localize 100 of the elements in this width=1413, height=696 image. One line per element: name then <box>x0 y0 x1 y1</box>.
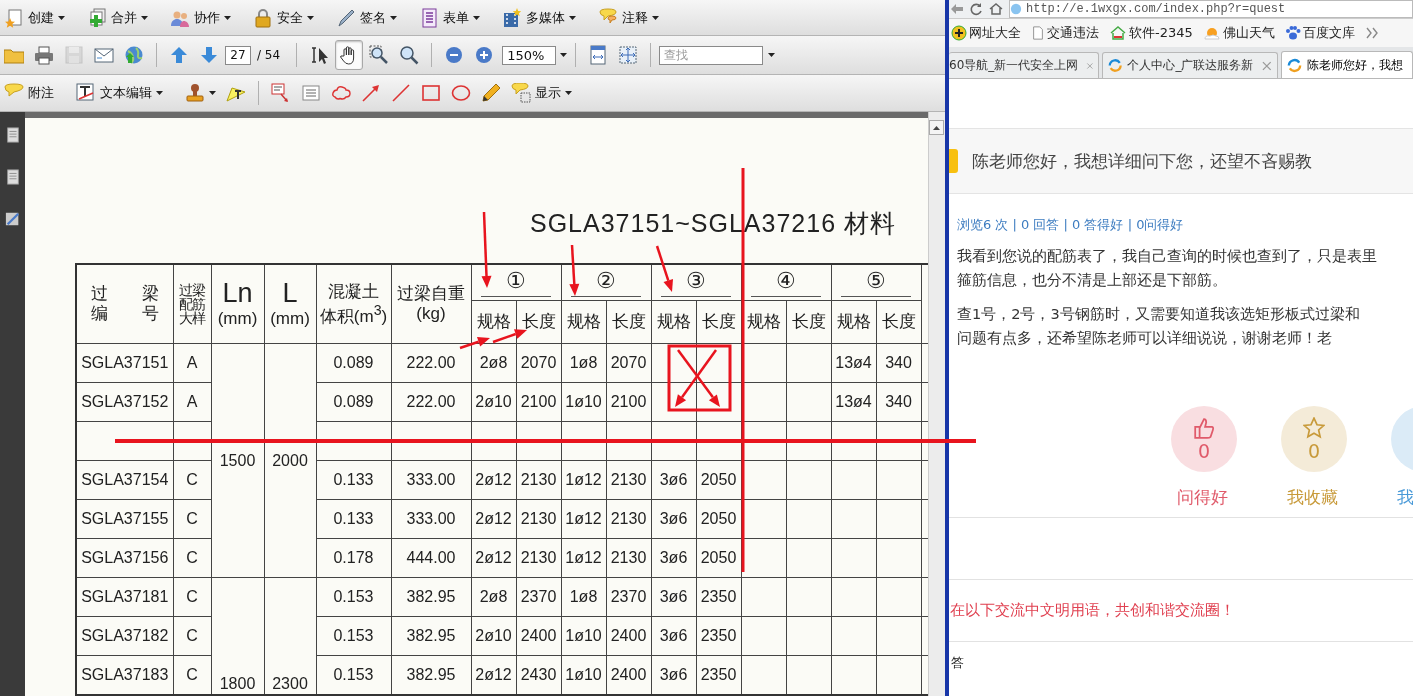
address-field[interactable]: http://e.1wxgx.com/index.php?r=quest <box>1009 0 1413 18</box>
text-edit-icon <box>76 83 96 103</box>
note-button[interactable]: 附注 <box>0 78 58 108</box>
table-cell: 2ø12 <box>471 538 516 578</box>
table-cell: 2130 <box>606 499 651 539</box>
search-field[interactable]: 查找 <box>659 45 764 65</box>
table-cell: 382.95 <box>391 577 471 617</box>
annotation-arrow <box>492 329 527 344</box>
caret-icon <box>473 15 480 20</box>
menu-button[interactable]: 合并 <box>83 2 152 33</box>
bookmark-link[interactable]: 百度文库 <box>1284 24 1355 42</box>
table-cell: 1ø10 <box>561 616 606 656</box>
table-cell: 2370 <box>516 577 561 617</box>
menu-button[interactable]: 安全 <box>249 2 318 33</box>
page-number-field[interactable]: 27 <box>225 45 251 65</box>
text-edit-button[interactable]: 文本编辑 <box>72 78 167 108</box>
arrow-tool-icon <box>361 83 381 103</box>
table-cell: SGLA37154 <box>76 460 173 500</box>
table-cell: 0.153 <box>316 616 391 656</box>
stamp-icon <box>185 83 205 103</box>
menu-button[interactable]: 注释 <box>594 2 663 33</box>
page-icon <box>4 126 21 144</box>
table-cell: 0.178 <box>316 538 391 578</box>
back-arrow-icon <box>949 2 963 16</box>
caret-icon <box>58 15 65 20</box>
show-button[interactable]: 显示 <box>507 78 576 108</box>
table-cell: 222.00 <box>391 382 471 422</box>
table-cell: 3ø6 <box>651 538 696 578</box>
column-header: 过 梁 编 号 <box>76 264 173 344</box>
table-cell: 3ø6 <box>651 499 696 539</box>
group-header: ⑤ <box>831 264 921 301</box>
house-icon <box>1109 25 1127 41</box>
count: 0 <box>1307 441 1321 461</box>
table-cell: 13ø4 <box>831 343 876 383</box>
star-icon <box>1303 417 1325 439</box>
table-cell: 3ø6 <box>651 616 696 656</box>
browser-tab[interactable]: 陈老师您好，我想 <box>1281 51 1413 78</box>
column-header: 规格 <box>831 300 876 344</box>
down-arrow-icon <box>199 45 219 65</box>
callout-icon <box>271 83 291 103</box>
zoom-in-icon <box>474 45 495 65</box>
chevron-icon <box>1364 25 1379 41</box>
table-cell: 222.00 <box>391 343 471 383</box>
browser-tab[interactable]: 60导航_新一代安全上网 <box>949 52 1099 78</box>
menu-button[interactable]: 签名 <box>332 2 401 33</box>
caret-icon <box>156 91 163 95</box>
menu-button[interactable]: 表单 <box>415 2 484 33</box>
browser-tab[interactable]: 个人中心_广联达服务新 <box>1102 52 1278 78</box>
table-cell: 2ø12 <box>471 460 516 500</box>
table-cell: A <box>173 343 211 383</box>
table-cell: 382.95 <box>391 616 471 656</box>
table-cell: 2130 <box>606 538 651 578</box>
table-cell: 340 <box>876 382 921 422</box>
menu-button[interactable]: 多媒体 <box>498 2 580 33</box>
bookmark-link[interactable]: 软件-2345 <box>1109 24 1193 42</box>
column-header: 长度 <box>696 300 741 344</box>
action-label[interactable]: 问得好 <box>1171 486 1237 509</box>
table-cell: C <box>173 577 211 617</box>
bookmark-link[interactable]: 网址大全 <box>951 24 1021 42</box>
table-cell: 2130 <box>606 460 651 500</box>
question-title: 陈老师您好，我想详细问下您，还望不吝赐教 <box>972 149 1312 173</box>
table-cell: 2130 <box>516 538 561 578</box>
scroll-up-button[interactable] <box>929 120 944 135</box>
caret-icon <box>209 91 216 95</box>
table-cell: 2070 <box>516 343 561 383</box>
menu-button[interactable]: 创建 <box>0 2 69 33</box>
form-icon <box>419 7 439 28</box>
bookmark-link[interactable]: 佛山天气 <box>1202 24 1275 42</box>
document-star-icon <box>4 7 24 28</box>
paw-icon <box>1284 25 1301 41</box>
question-text: 我看到您说的配筋表了，我自己查询的时候也查到了，只是表里 <box>957 247 1378 266</box>
zoom-field[interactable]: 150% <box>502 45 557 65</box>
hand-tool-button[interactable] <box>335 40 364 70</box>
table-cell: 2050 <box>696 460 741 500</box>
text-cursor-icon <box>309 45 330 65</box>
column-header: L (mm) <box>264 264 316 344</box>
lock-icon <box>253 7 273 28</box>
column-header: 规格 <box>651 300 696 344</box>
table-cell: 444.00 <box>391 538 471 578</box>
bookmark-link[interactable]: 交通违法 <box>1031 24 1099 42</box>
column-header: 过梁 配筋 大样 <box>173 264 211 344</box>
table-cell: 2350 <box>696 577 741 617</box>
browser-logo-icon <box>1286 56 1303 74</box>
column-header: 长度 <box>606 300 651 344</box>
caret-icon <box>652 15 659 20</box>
table-cell: 13ø4 <box>831 382 876 422</box>
menu-button[interactable]: 协作 <box>166 2 235 33</box>
close-icon <box>1261 59 1273 72</box>
caret-icon <box>569 15 576 20</box>
marquee-zoom-icon <box>369 45 390 65</box>
caret-icon <box>141 15 148 20</box>
table-cell: 2050 <box>696 538 741 578</box>
table-cell: 1ø8 <box>561 343 606 383</box>
table-cell: 1ø12 <box>561 499 606 539</box>
table-cell: 1800 <box>211 577 264 695</box>
column-header: 规格 <box>561 300 606 344</box>
table-cell: 3ø6 <box>651 460 696 500</box>
ellipse-tool-icon <box>451 83 471 103</box>
table-cell: 2100 <box>516 382 561 422</box>
pencil-icon <box>481 83 501 103</box>
